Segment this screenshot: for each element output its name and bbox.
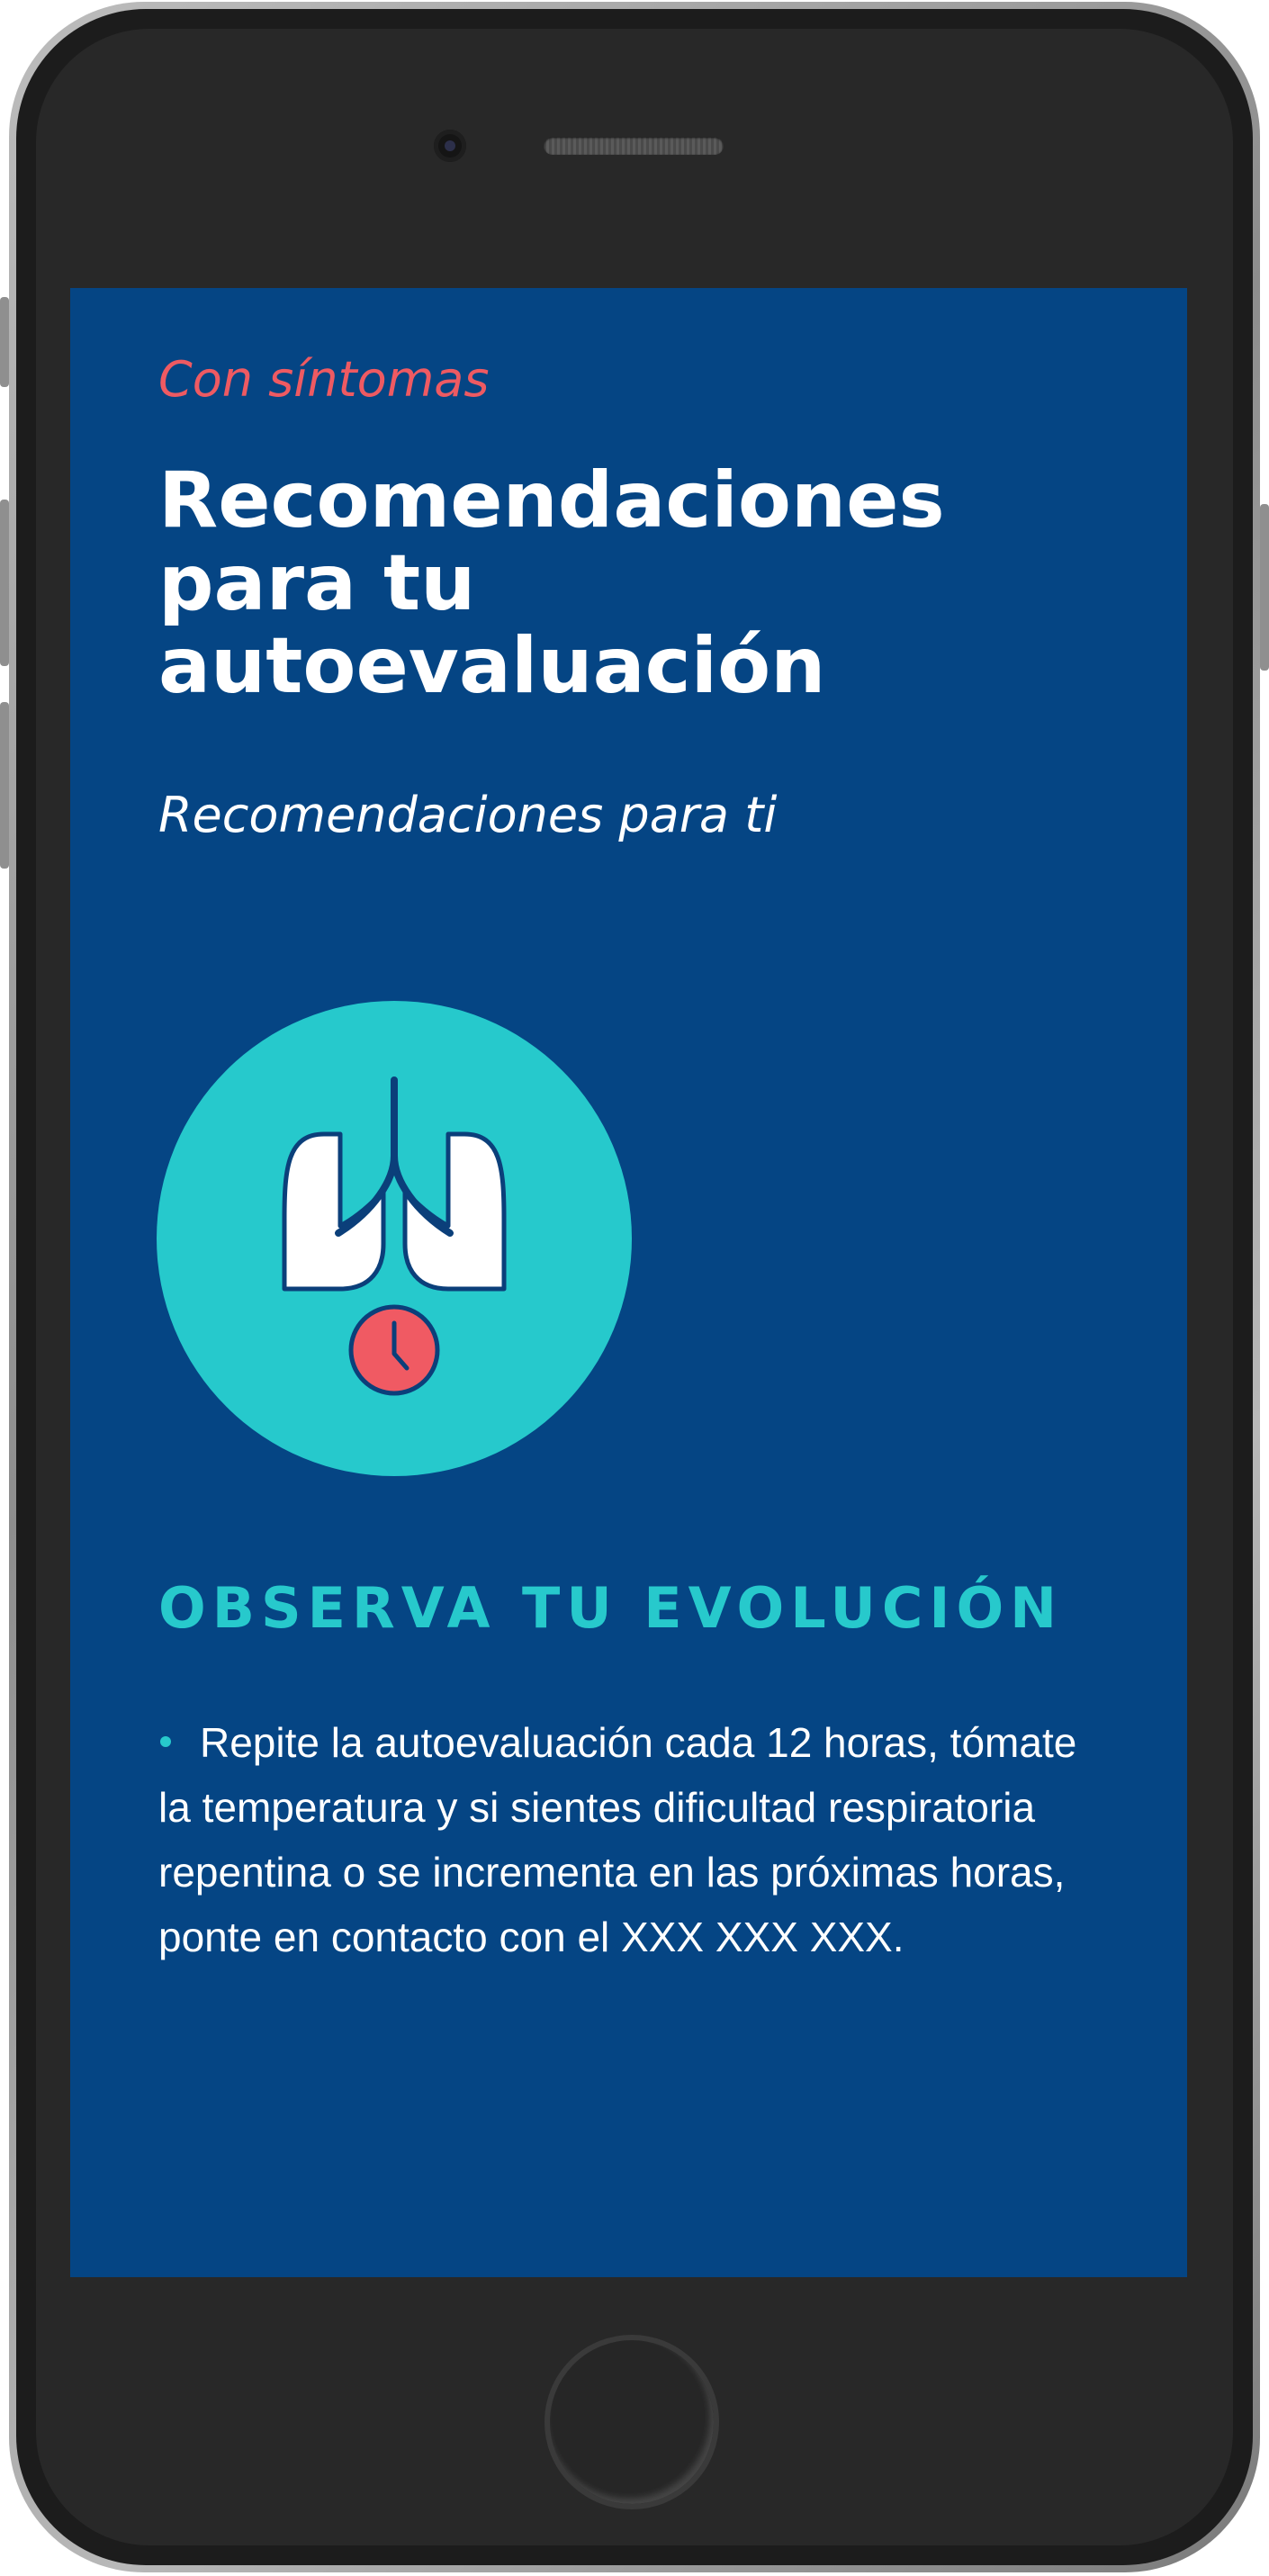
earpiece-speaker [544, 137, 724, 155]
clock-icon [348, 1304, 440, 1396]
mute-switch [0, 297, 9, 387]
home-button[interactable] [544, 2335, 719, 2509]
illustration-circle [157, 1001, 632, 1476]
section-heading: OBSERVA TU EVOLUCIÓN [158, 1575, 1064, 1641]
app-screen: Con síntomas Recomendaciones para tu aut… [70, 288, 1187, 2277]
lungs-with-clock-icon [157, 1001, 632, 1476]
volume-down-button [0, 702, 9, 869]
page-title: Recomendaciones para tu autoevaluación [158, 455, 945, 711]
recommendation-list: Repite la autoevaluación cada 12 horas, … [158, 1710, 1112, 1969]
front-camera [434, 130, 466, 162]
list-item: Repite la autoevaluación cada 12 horas, … [158, 1710, 1112, 1969]
symptom-status-label: Con síntomas [158, 351, 490, 408]
power-button [1260, 504, 1269, 671]
recommendation-text: Repite la autoevaluación cada 12 horas, … [158, 1719, 1077, 1960]
volume-up-button [0, 500, 9, 666]
page-subtitle: Recomendaciones para ti [158, 787, 778, 843]
bullet-icon [160, 1735, 171, 1747]
